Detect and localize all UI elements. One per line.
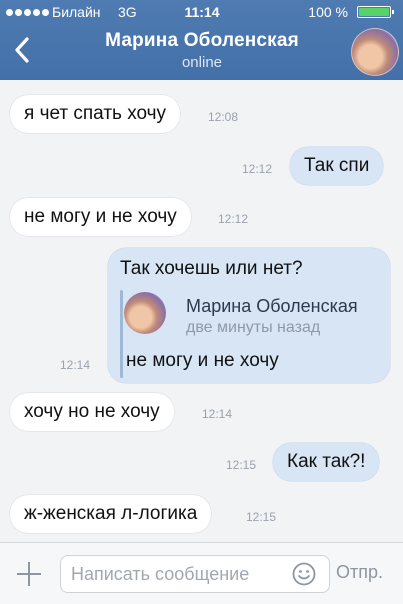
message-bubble-incoming: я чет спать хочу — [10, 95, 181, 133]
send-button[interactable]: Отпр. — [336, 562, 383, 583]
forward-author-avatar[interactable] — [124, 292, 166, 334]
message-time: 12:12 — [242, 162, 273, 176]
message-list[interactable]: я чет спать хочу 12:08 12:12 Так спи не … — [0, 80, 403, 542]
composer-bar: Отпр. — [0, 542, 403, 604]
message-bubble-outgoing: Как так?! — [273, 443, 380, 481]
status-bar: Билайн 3G 11:14 100 % — [0, 0, 403, 24]
battery-percent: 100 % — [308, 4, 348, 20]
status-clock: 11:14 — [184, 4, 220, 20]
network-type: 3G — [118, 4, 137, 20]
battery-icon — [357, 6, 394, 18]
message-time: 12:14 — [60, 358, 91, 372]
contact-avatar[interactable] — [351, 28, 399, 76]
forward-author-name[interactable]: Марина Оболенская — [186, 296, 358, 317]
contact-status: online — [181, 54, 223, 71]
message-bubble-incoming: не могу и не хочу — [10, 198, 191, 236]
forward-quote-bar — [120, 290, 123, 378]
message-time: 12:12 — [218, 212, 249, 226]
plus-icon[interactable] — [12, 557, 46, 591]
message-input[interactable] — [60, 555, 330, 593]
forward-text: не могу и не хочу — [126, 350, 279, 371]
back-button[interactable] — [2, 28, 42, 72]
signal-dots-icon — [6, 9, 49, 16]
battery-fill — [359, 8, 389, 16]
navbar: Марина Оболенская online — [0, 24, 403, 80]
message-text: Так хочешь или нет? — [120, 258, 303, 279]
message-time: 12:15 — [226, 458, 257, 472]
message-bubble-outgoing-forward: Так хочешь или нет? Марина Оболенская дв… — [108, 248, 390, 383]
contact-name: Марина Оболенская — [105, 30, 299, 51]
message-bubble-incoming: хочу но не хочу — [10, 393, 174, 431]
message-time: 12:08 — [208, 110, 239, 124]
carrier-name: Билайн — [52, 4, 101, 20]
forward-date: две минуты назад — [186, 319, 321, 336]
chat-header: Билайн 3G 11:14 100 % Марина Оболенская … — [0, 0, 403, 80]
message-bubble-incoming: ж-женская л-логика — [10, 495, 212, 533]
message-bubble-outgoing: Так спи — [290, 147, 384, 185]
emoji-icon[interactable] — [292, 562, 316, 586]
message-time: 12:15 — [246, 510, 277, 524]
back-chevron-icon — [15, 37, 29, 63]
message-time: 12:14 — [202, 407, 233, 421]
